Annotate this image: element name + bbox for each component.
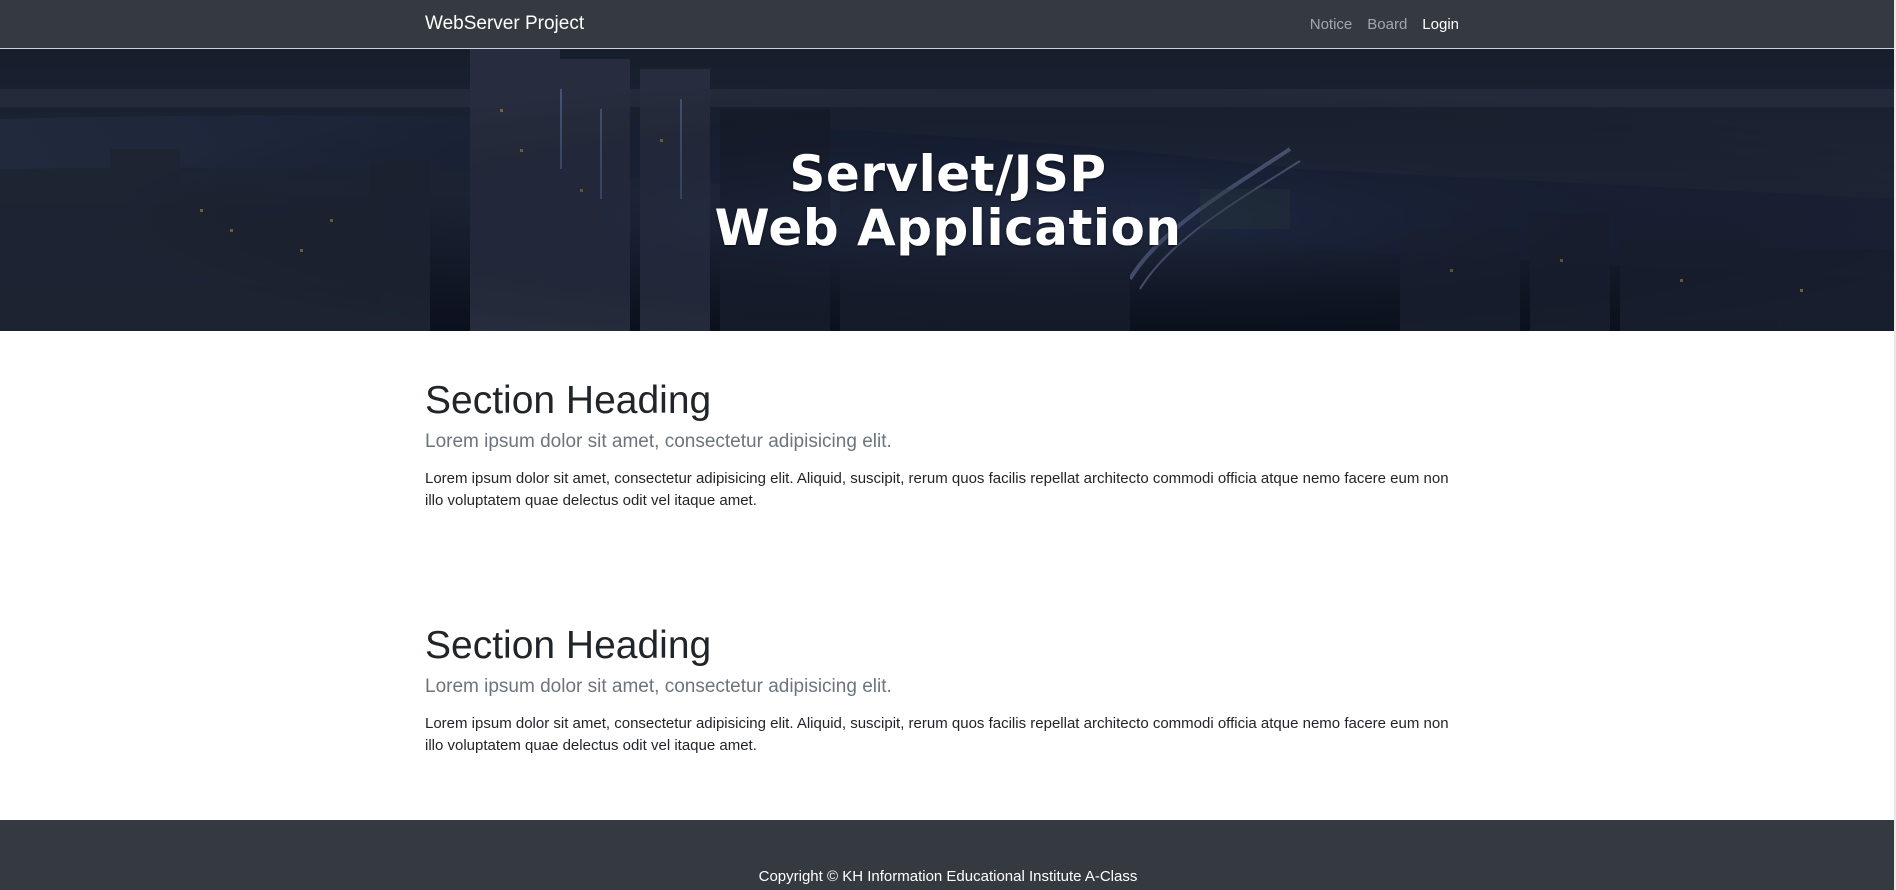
nav-link-login[interactable]: Login <box>1422 16 1459 33</box>
hero-banner: Servlet/JSP Web Application <box>0 49 1896 331</box>
content-section-1: Section Heading Lorem ipsum dolor sit am… <box>425 378 1459 512</box>
section-heading: Section Heading <box>425 379 712 422</box>
footer: Copyright © KH Information Educational I… <box>0 820 1896 890</box>
hero-title-line-2: Web Application <box>714 199 1182 257</box>
brand-link[interactable]: WebServer Project <box>425 13 584 35</box>
section-body: Lorem ipsum dolor sit amet, consectetur … <box>425 715 1449 754</box>
hero-title-line-1: Servlet/JSP <box>789 145 1107 203</box>
section-lead: Lorem ipsum dolor sit amet, consectetur … <box>425 431 892 452</box>
navbar-container: WebServer Project Notice Board Login <box>425 0 1459 48</box>
section-heading: Section Heading <box>425 624 712 667</box>
hero-title: Servlet/JSP Web Application <box>0 49 1896 331</box>
nav-link-board[interactable]: Board <box>1367 16 1407 33</box>
nav-links: Notice Board Login <box>1295 16 1459 33</box>
section-lead: Lorem ipsum dolor sit amet, consectetur … <box>425 676 892 697</box>
content-section-2: Section Heading Lorem ipsum dolor sit am… <box>425 623 1459 757</box>
nav-link-notice[interactable]: Notice <box>1310 16 1353 33</box>
section-body: Lorem ipsum dolor sit amet, consectetur … <box>425 470 1449 509</box>
footer-copyright: Copyright © KH Information Educational I… <box>758 868 1138 885</box>
navbar: WebServer Project Notice Board Login <box>0 0 1896 49</box>
